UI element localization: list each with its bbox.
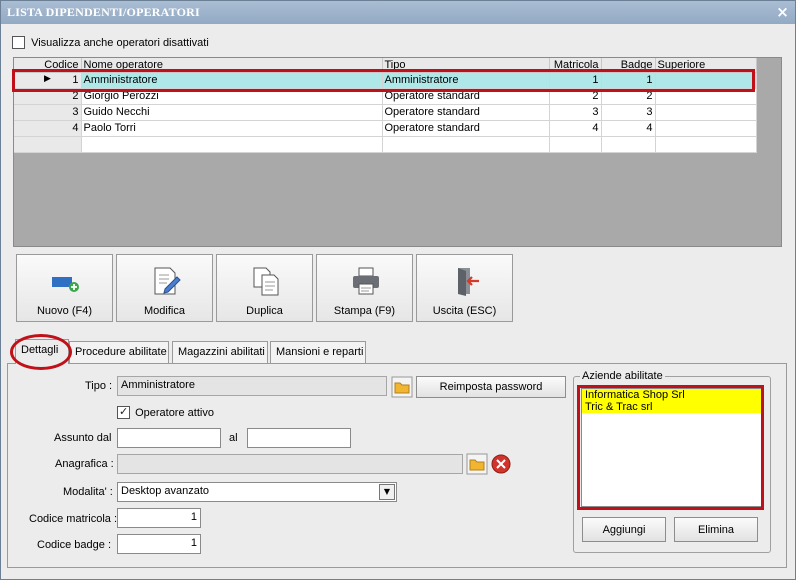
tipo-field: Amministratore: [117, 376, 387, 396]
table-row[interactable]: 3 Guido Necchi Operatore standard 3 3: [14, 104, 757, 121]
elimina-button[interactable]: Elimina: [674, 517, 758, 542]
anagrafica-browse-button[interactable]: [466, 453, 488, 475]
badge-label: Codice badge :: [37, 539, 111, 551]
modalita-label: Modalita' :: [63, 486, 113, 498]
tab-mansioni-reparti[interactable]: Mansioni e reparti: [270, 341, 366, 363]
title-bar: LISTA DIPENDENTI/OPERATORI ×: [1, 1, 795, 24]
uscita-button[interactable]: Uscita (ESC): [416, 254, 513, 322]
edit-icon: [154, 267, 181, 295]
modifica-label: Modifica: [144, 305, 185, 317]
badge-input[interactable]: 1: [117, 534, 201, 554]
assunto-al-input[interactable]: [247, 428, 351, 448]
tab-procedure-abilitate[interactable]: Procedure abilitate: [69, 341, 169, 363]
cell-codice: 3: [14, 104, 82, 121]
operatore-attivo-label: Operatore attivo: [135, 406, 214, 419]
operatore-attivo-checkbox[interactable]: [117, 405, 130, 419]
tipo-label: Tipo :: [85, 380, 113, 392]
cell-matricola: 3: [549, 104, 602, 121]
nuovo-button[interactable]: Nuovo (F4): [16, 254, 113, 322]
duplica-button[interactable]: Duplica: [216, 254, 313, 322]
nuovo-label: Nuovo (F4): [36, 305, 93, 317]
matricola-input[interactable]: 1: [117, 508, 201, 528]
duplicate-icon: [253, 267, 279, 296]
cell-superiore: [655, 104, 757, 121]
active-tab-highlight: [10, 334, 72, 370]
modifica-button[interactable]: Modifica: [116, 254, 213, 322]
close-icon[interactable]: ×: [776, 3, 789, 21]
new-row[interactable]: [14, 136, 757, 153]
cell-nome: Guido Necchi: [81, 104, 383, 121]
printer-icon: [353, 267, 379, 295]
stampa-button[interactable]: Stampa (F9): [316, 254, 413, 322]
duplica-label: Duplica: [246, 305, 283, 317]
window-title: LISTA DIPENDENTI/OPERATORI: [7, 5, 200, 19]
assunto-dal-input[interactable]: [117, 428, 221, 448]
table-row[interactable]: 4 Paolo Torri Operatore standard 4 4: [14, 120, 757, 137]
folder-icon: [466, 453, 488, 475]
anagrafica-label: Anagrafica :: [55, 458, 114, 470]
uscita-label: Uscita (ESC): [432, 305, 497, 317]
tipo-browse-button[interactable]: [391, 376, 413, 398]
clear-icon: [491, 454, 511, 474]
aziende-title: Aziende abilitate: [580, 370, 665, 382]
cell-tipo: Operatore standard: [382, 104, 550, 121]
anagrafica-clear-button[interactable]: [490, 453, 512, 475]
cell-badge: 3: [601, 104, 656, 121]
assunto-label: Assunto dal: [54, 432, 112, 444]
cell-nome: Paolo Torri: [81, 120, 383, 137]
aziende-list-highlight: [577, 385, 764, 510]
modalita-value: Desktop avanzato: [121, 485, 210, 497]
cell-superiore: [655, 120, 757, 137]
cell-tipo: Operatore standard: [382, 120, 550, 137]
al-label: al: [229, 432, 238, 444]
show-disabled-checkbox[interactable]: [12, 36, 25, 49]
operators-window: LISTA DIPENDENTI/OPERATORI × Visualizza …: [0, 0, 796, 580]
chevron-down-icon[interactable]: ▼: [379, 484, 395, 500]
cell-matricola: 4: [549, 120, 602, 137]
cell-badge: 4: [601, 120, 656, 137]
tab-magazzini-abilitati[interactable]: Magazzini abilitati: [172, 341, 268, 363]
show-disabled-label: Visualizza anche operatori disattivati: [31, 36, 209, 49]
show-disabled-toggle[interactable]: Visualizza anche operatori disattivati: [12, 36, 209, 49]
folder-icon: [391, 376, 413, 398]
exit-icon: [458, 268, 479, 296]
selected-row-highlight: [12, 69, 755, 92]
aggiungi-button[interactable]: Aggiungi: [582, 517, 666, 542]
modalita-select[interactable]: Desktop avanzato ▼: [117, 482, 397, 502]
add-user-icon: [52, 277, 79, 292]
stampa-label: Stampa (F9): [333, 305, 396, 317]
anagrafica-field: [117, 454, 463, 474]
cell-codice: 4: [14, 120, 82, 137]
matricola-label: Codice matricola :: [29, 513, 118, 525]
reset-password-button[interactable]: Reimposta password: [416, 376, 566, 398]
operatore-attivo-toggle[interactable]: Operatore attivo: [117, 405, 214, 419]
